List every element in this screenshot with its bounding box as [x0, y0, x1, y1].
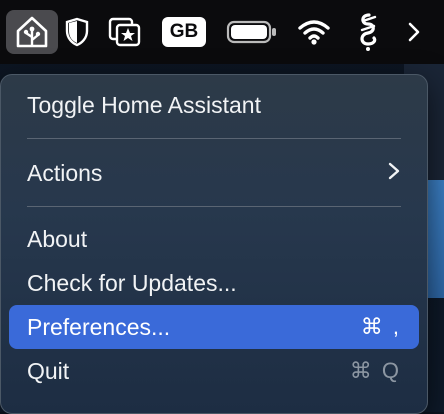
input-source-label: GB	[162, 17, 206, 47]
chevron-right-icon	[387, 160, 401, 187]
menu-item-label: Preferences...	[27, 313, 171, 340]
home-assistant-icon[interactable]	[6, 10, 58, 54]
menu-item-label: Actions	[27, 159, 103, 186]
menu-separator	[27, 206, 401, 207]
menu-item-about[interactable]: About	[9, 217, 419, 261]
menu-item-label: Quit	[27, 357, 70, 384]
shield-icon[interactable]	[60, 10, 94, 54]
keyboard-shortcut: ⌘ ,	[360, 314, 401, 339]
input-source-badge[interactable]: GB	[160, 10, 208, 54]
wifi-icon[interactable]	[294, 10, 334, 54]
battery-icon[interactable]	[224, 10, 280, 54]
menu-item-quit[interactable]: Quit ⌘ Q	[9, 349, 419, 393]
status-menu: Toggle Home Assistant Actions About Chec…	[0, 74, 428, 414]
menu-item-preferences[interactable]: Preferences... ⌘ ,	[9, 305, 419, 349]
keyboard-shortcut: ⌘ Q	[349, 358, 401, 383]
menu-item-label: About	[27, 225, 88, 252]
script-app-icon[interactable]	[348, 10, 388, 54]
menu-bar: GB	[0, 0, 444, 64]
menu-item-label: Toggle Home Assistant	[27, 91, 261, 118]
menu-item-actions[interactable]: Actions	[9, 151, 419, 195]
menu-item-check-for-updates[interactable]: Check for Updates...	[9, 261, 419, 305]
menu-item-label: Check for Updates...	[27, 269, 237, 296]
menu-separator	[27, 138, 401, 139]
chevron-right-icon[interactable]	[402, 10, 426, 54]
star-window-icon[interactable]	[104, 10, 146, 54]
menu-item-toggle-home-assistant[interactable]: Toggle Home Assistant	[9, 83, 419, 127]
